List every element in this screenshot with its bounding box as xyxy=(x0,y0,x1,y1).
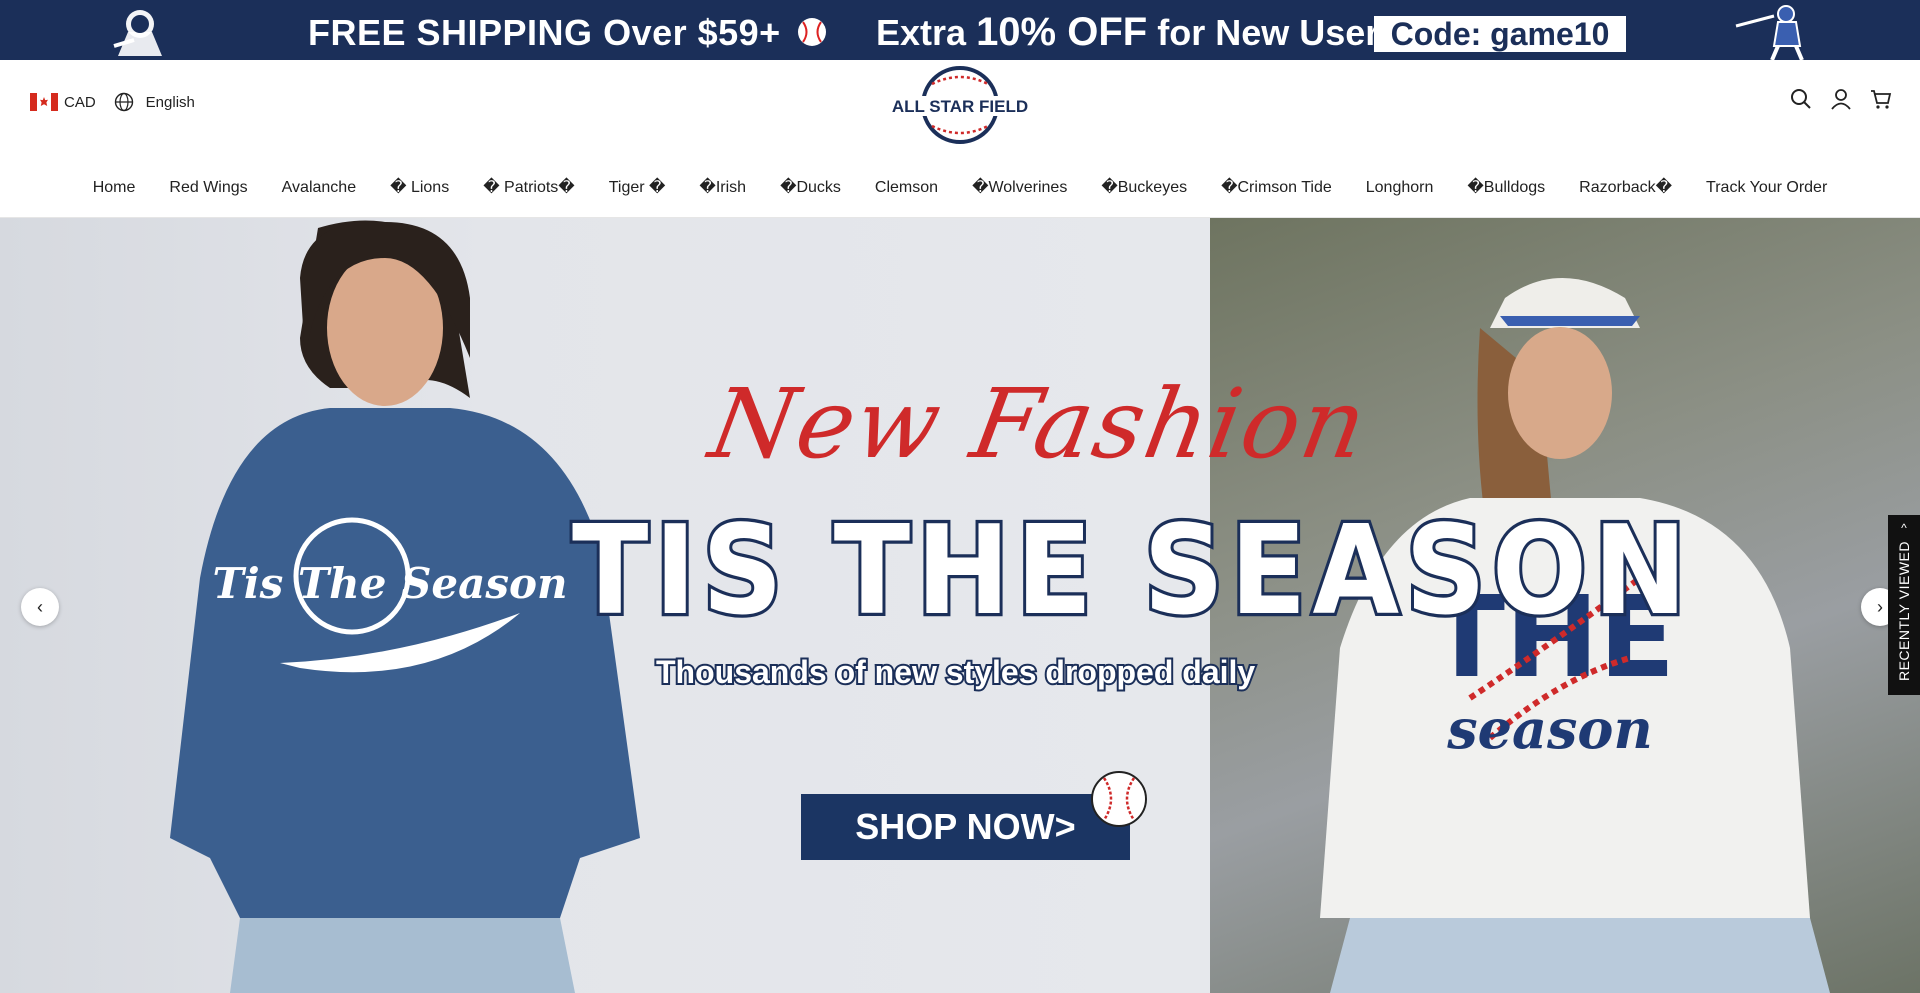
chevron-left-icon: ‹ xyxy=(37,596,43,617)
slideshow-prev-button[interactable]: ‹ xyxy=(21,588,59,626)
baseball-player-mascot-icon xyxy=(113,10,162,56)
nav-item-buckeyes[interactable]: �Buckeyes xyxy=(1084,168,1204,208)
baseball-icon xyxy=(1091,771,1147,827)
site-header: CAD English ALL STAR FIELD Home Red Wing… xyxy=(0,60,1920,218)
hero-tagline: Thousands of new styles dropped daily xyxy=(654,652,1257,692)
nav-item-patriots[interactable]: � Patriots� xyxy=(466,168,592,208)
nav-item-track-order[interactable]: Track Your Order xyxy=(1689,168,1844,208)
nav-item-crimson-tide[interactable]: �Crimson Tide xyxy=(1204,168,1349,208)
canada-flag-icon xyxy=(30,93,58,111)
nav-item-red-wings[interactable]: Red Wings xyxy=(152,168,264,208)
chevron-up-icon: ^ xyxy=(1901,521,1907,535)
nav-item-irish[interactable]: �Irish xyxy=(682,168,763,208)
svg-text:season: season xyxy=(1446,697,1652,761)
chevron-right-icon: › xyxy=(1877,596,1883,617)
svg-text:Tis The Season: Tis The Season xyxy=(212,559,567,608)
nav-item-razorback[interactable]: Razorback� xyxy=(1562,168,1689,208)
new-user-discount-text: Extra 10% OFF for New User xyxy=(876,10,1380,54)
main-navigation: Home Red Wings Avalanche � Lions � Patri… xyxy=(0,168,1920,208)
hero-headline: TIS THE SEASON xyxy=(569,496,1693,646)
recently-viewed-tab[interactable]: ^ RECENTLY VIEWED xyxy=(1888,515,1920,695)
cart-icon[interactable] xyxy=(1870,88,1892,110)
currency-label[interactable]: CAD xyxy=(64,94,96,111)
shop-now-button[interactable]: SHOP NOW> xyxy=(801,794,1130,860)
hero-slideshow[interactable]: Tis The Season THE season New Fashion TI… xyxy=(0,218,1920,993)
language-label[interactable]: English xyxy=(146,94,195,111)
header-actions xyxy=(1790,88,1892,110)
nav-item-longhorn[interactable]: Longhorn xyxy=(1349,168,1451,208)
globe-icon xyxy=(114,92,133,112)
recently-viewed-label: RECENTLY VIEWED xyxy=(1896,541,1912,682)
hero-script-title: New Fashion xyxy=(702,368,1377,480)
search-icon[interactable] xyxy=(1790,88,1812,110)
promo-banner[interactable]: FREE SHIPPING Over $59+ Extra 10% OFF fo… xyxy=(0,0,1920,60)
all-star-field-logo[interactable]: ALL STAR FIELD xyxy=(892,64,1028,146)
account-icon[interactable] xyxy=(1830,88,1852,110)
free-shipping-text: FREE SHIPPING Over $59+ xyxy=(308,12,781,53)
svg-text:ALL STAR FIELD: ALL STAR FIELD xyxy=(892,97,1028,116)
nav-item-wolverines[interactable]: �Wolverines xyxy=(955,168,1084,208)
nav-item-clemson[interactable]: Clemson xyxy=(858,168,955,208)
nav-item-ducks[interactable]: �Ducks xyxy=(763,168,858,208)
nav-item-tiger[interactable]: Tiger � xyxy=(592,168,683,208)
locale-selector[interactable]: CAD English xyxy=(30,92,195,112)
batter-mascot-icon xyxy=(1735,5,1804,60)
nav-item-bulldogs[interactable]: �Bulldogs xyxy=(1450,168,1562,208)
nav-item-home[interactable]: Home xyxy=(76,168,153,208)
nav-item-avalanche[interactable]: Avalanche xyxy=(265,168,373,208)
baseball-icon xyxy=(798,18,826,46)
nav-item-lions[interactable]: � Lions xyxy=(373,168,466,208)
discount-code-badge: Code: game10 xyxy=(1374,16,1626,52)
